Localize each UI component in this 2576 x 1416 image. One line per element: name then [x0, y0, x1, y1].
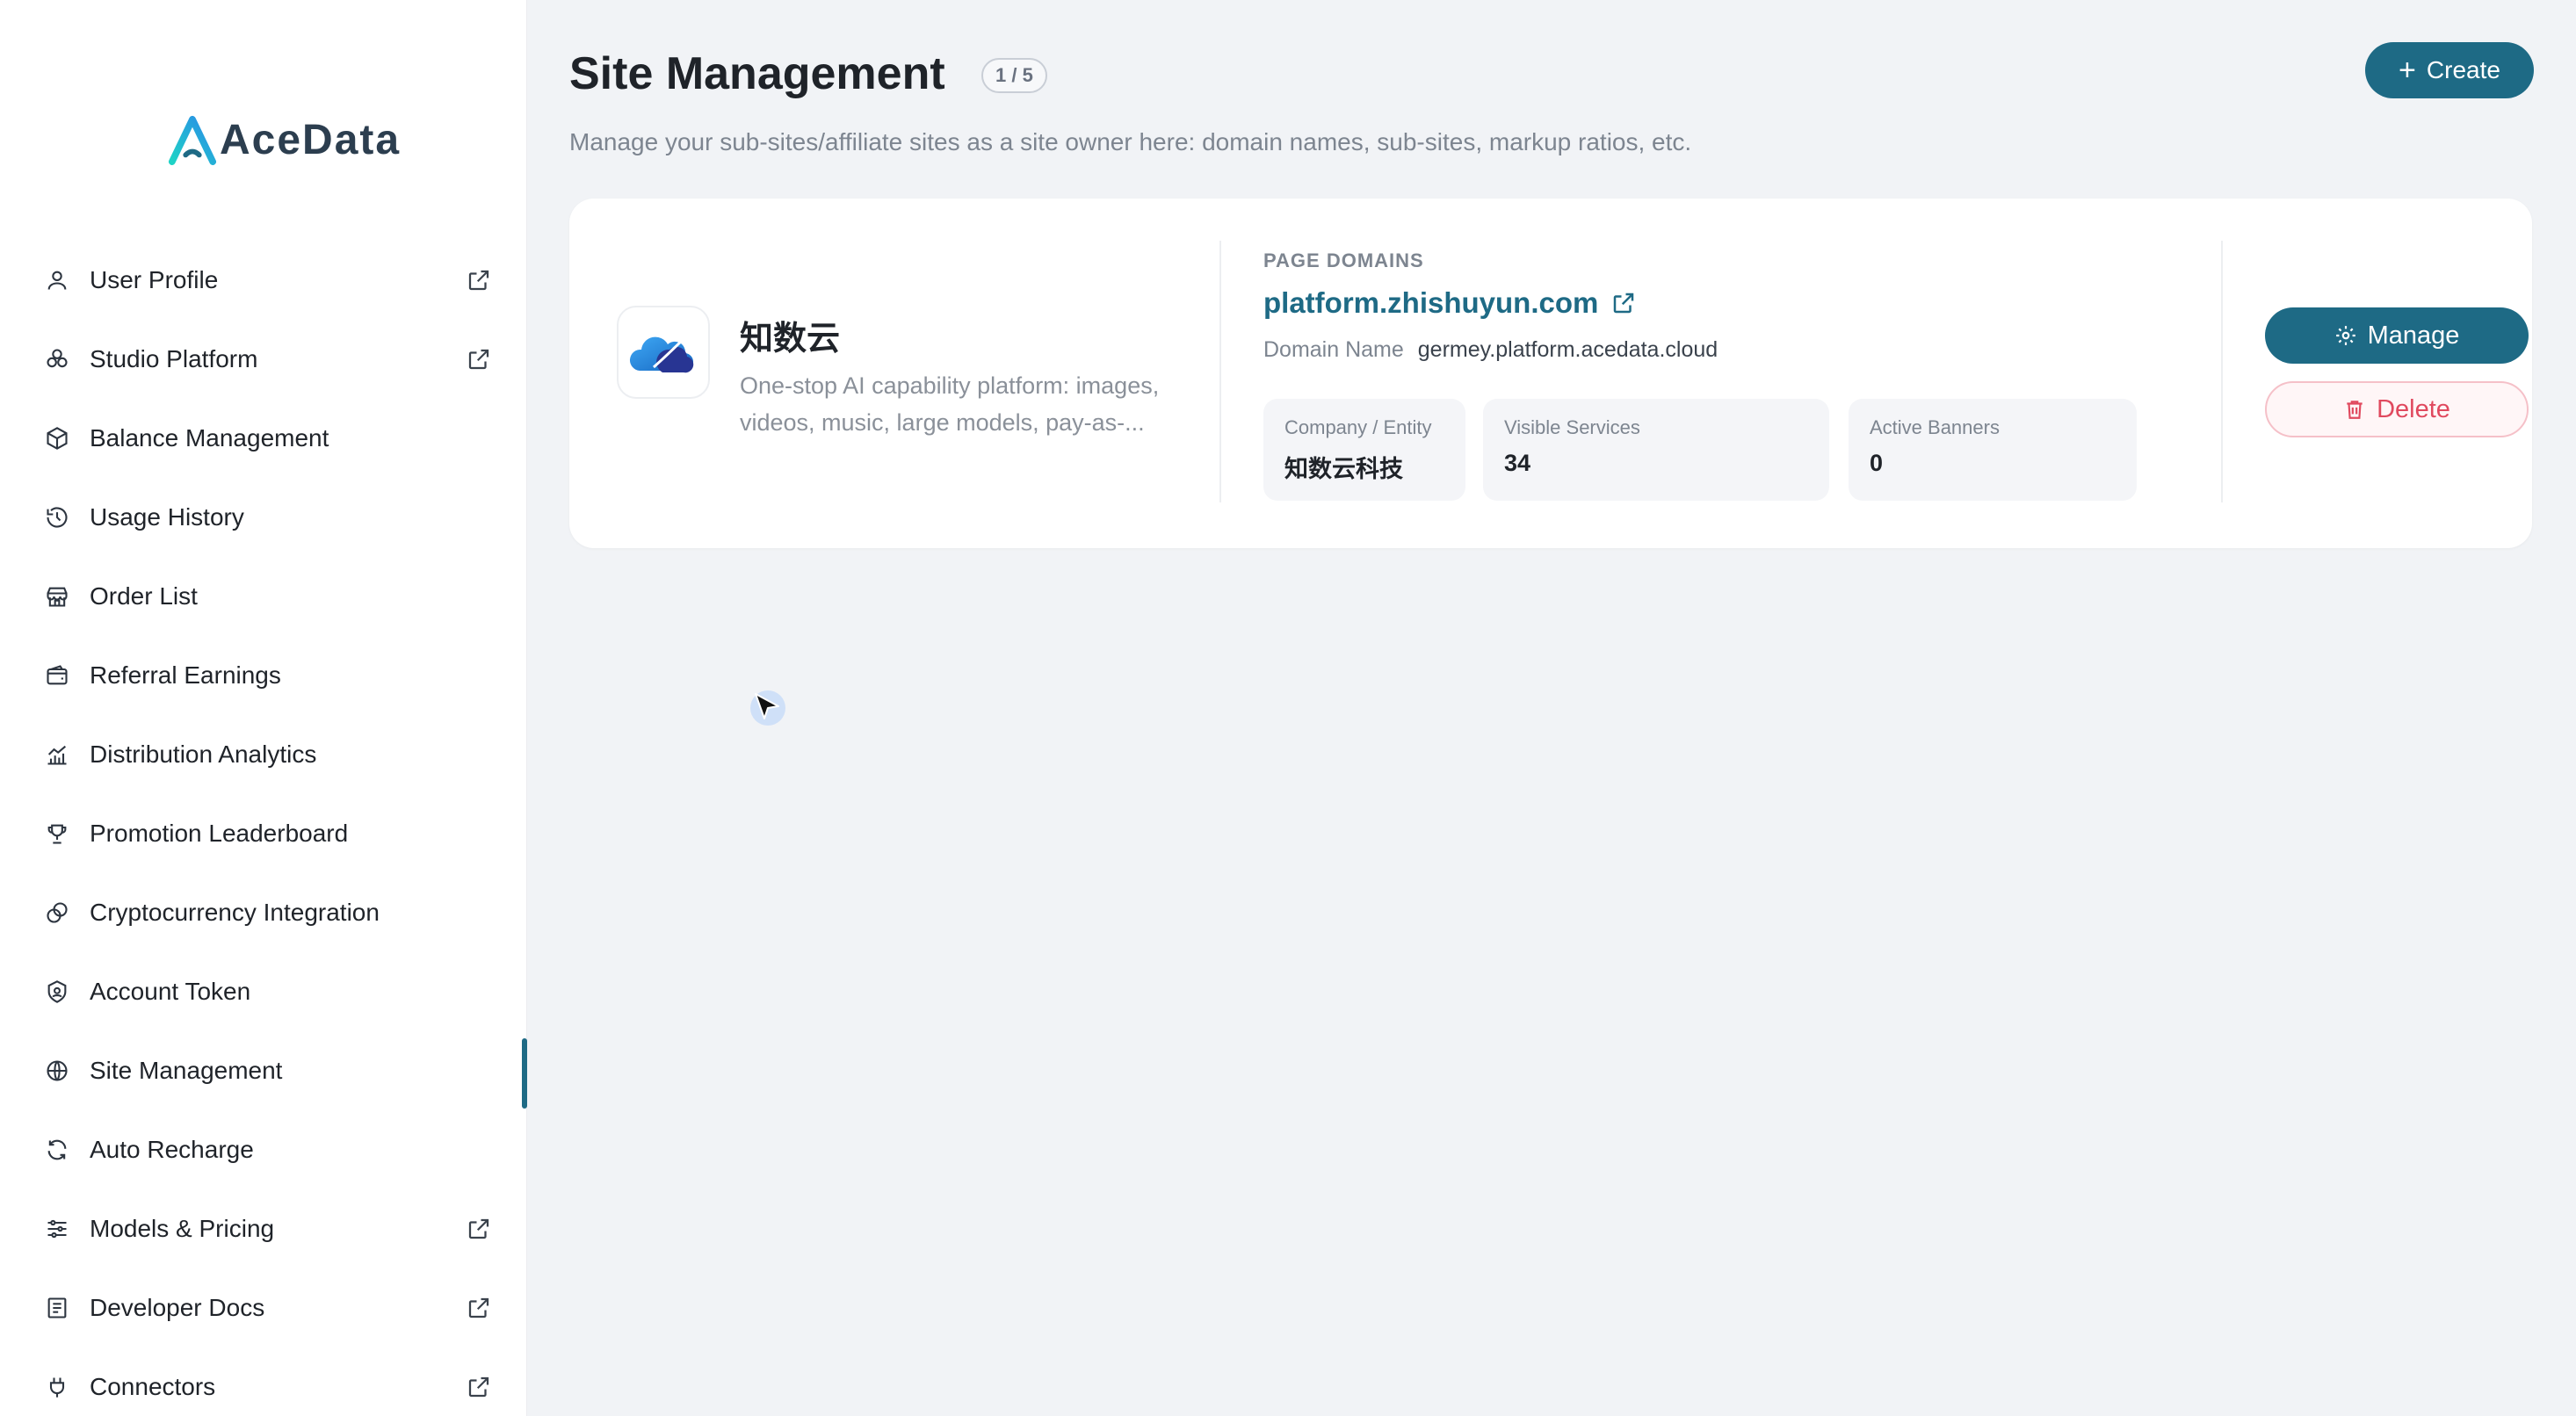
sidebar-item-account-token[interactable]: Account Token — [0, 952, 527, 1031]
stat-visible-services: Visible Services 34 — [1483, 399, 1829, 501]
cloud-logo-icon — [629, 329, 694, 373]
stat-label: Visible Services — [1504, 416, 1640, 438]
delete-button-label: Delete — [2377, 394, 2450, 423]
sidebar-item-models-pricing[interactable]: Models & Pricing — [0, 1189, 527, 1268]
plus-icon: + — [2399, 54, 2416, 87]
domain-name-value: germey.platform.acedata.cloud — [1417, 337, 1719, 362]
user-icon — [44, 267, 70, 293]
sliders-icon — [44, 1216, 70, 1242]
chart-icon — [44, 741, 70, 768]
site-count-badge: 1 / 5 — [981, 58, 1047, 93]
sidebar-item-label: Promotion Leaderboard — [90, 820, 349, 847]
card-divider — [1219, 241, 1221, 502]
stat-label: Active Banners — [1870, 416, 2000, 438]
domain-link-text: platform.zhishuyun.com — [1263, 286, 1599, 319]
sidebar-item-studio-platform[interactable]: Studio Platform — [0, 320, 527, 399]
page-subtitle: Manage your sub-sites/affiliate sites as… — [569, 128, 1692, 155]
sidebar-item-label: Usage History — [90, 503, 244, 531]
box-icon — [44, 425, 70, 452]
external-link-icon[interactable] — [466, 1374, 492, 1400]
mouse-cursor-icon — [750, 690, 785, 726]
sidebar-item-referral-earnings[interactable]: Referral Earnings — [0, 636, 527, 715]
sidebar-item-user-profile[interactable]: User Profile — [0, 241, 527, 320]
sidebar-item-label: User Profile — [90, 266, 219, 293]
sidebar-nav: User Profile Studio Platform Balance Man… — [0, 241, 527, 1416]
main-content: Site Management 1 / 5 Manage your sub-si… — [527, 0, 2576, 1416]
sidebar-item-label: Referral Earnings — [90, 661, 281, 689]
external-link-icon[interactable] — [466, 1216, 492, 1242]
stat-value: 34 — [1504, 450, 1531, 476]
sidebar-item-site-management[interactable]: Site Management — [0, 1031, 527, 1110]
sidebar-item-cryptocurrency-integration[interactable]: Cryptocurrency Integration — [0, 873, 527, 952]
external-link-icon[interactable] — [466, 346, 492, 372]
gear-icon — [2335, 326, 2355, 345]
studio-icon — [44, 346, 70, 372]
page-title: Site Management — [569, 48, 945, 99]
sidebar-item-order-list[interactable]: Order List — [0, 557, 527, 636]
page-domains-label: PAGE DOMAINS — [1263, 249, 1424, 271]
manage-button[interactable]: Manage — [2265, 307, 2529, 364]
store-icon — [44, 583, 70, 610]
docs-icon — [44, 1295, 70, 1321]
sidebar-item-label: Developer Docs — [90, 1294, 265, 1321]
site-logo — [617, 306, 710, 399]
site-card: 知数云 One-stop AI capability platform: ima… — [569, 199, 2532, 548]
domain-name-row: Domain Name germey.platform.acedata.clou… — [1263, 337, 1718, 363]
domain-name-key: Domain Name — [1263, 337, 1404, 362]
trash-icon — [2347, 401, 2363, 419]
external-link-icon — [1614, 293, 1634, 314]
brand-logo[interactable]: AceData — [167, 104, 401, 165]
domain-link[interactable]: platform.zhishuyun.com — [1263, 286, 1637, 320]
sidebar-item-balance-management[interactable]: Balance Management — [0, 399, 527, 478]
stat-active-banners: Active Banners 0 — [1849, 399, 2137, 501]
history-icon — [44, 504, 70, 531]
stat-company-entity: Company / Entity 知数云科技 — [1263, 399, 1465, 501]
trophy-icon — [44, 820, 70, 847]
site-description: One-stop AI capability platform: images,… — [740, 372, 1160, 436]
sidebar-item-label: Distribution Analytics — [90, 741, 317, 768]
plug-icon — [44, 1374, 70, 1400]
sidebar-item-label: Studio Platform — [90, 345, 258, 372]
stat-value: 知数云科技 — [1284, 456, 1403, 482]
acedata-logo-icon — [168, 115, 217, 165]
card-divider — [2221, 241, 2223, 502]
sidebar-item-auto-recharge[interactable]: Auto Recharge — [0, 1110, 527, 1189]
globe-icon — [44, 1058, 70, 1084]
shield-icon — [44, 979, 70, 1005]
sidebar-item-usage-history[interactable]: Usage History — [0, 478, 527, 557]
sidebar-item-label: Cryptocurrency Integration — [90, 899, 380, 926]
sidebar-item-promotion-leaderboard[interactable]: Promotion Leaderboard — [0, 794, 527, 873]
sidebar-item-distribution-analytics[interactable]: Distribution Analytics — [0, 715, 527, 794]
create-button-label: Create — [2426, 56, 2500, 83]
sidebar-item-label: Account Token — [90, 978, 251, 1005]
refresh-icon — [44, 1137, 70, 1163]
site-name: 知数云 — [740, 321, 841, 358]
delete-button[interactable]: Delete — [2265, 381, 2529, 437]
stat-value: 0 — [1870, 450, 1884, 476]
brand-name: AceData — [220, 117, 402, 163]
sidebar-item-label: Site Management — [90, 1057, 283, 1084]
wallet-icon — [44, 662, 70, 689]
sidebar-item-label: Balance Management — [90, 424, 329, 452]
manage-button-label: Manage — [2367, 321, 2460, 350]
sidebar-item-connectors[interactable]: Connectors — [0, 1347, 527, 1416]
external-link-icon[interactable] — [466, 1295, 492, 1321]
sidebar-item-label: Auto Recharge — [90, 1136, 254, 1163]
external-link-icon[interactable] — [466, 267, 492, 293]
stat-label: Company / Entity — [1284, 416, 1432, 438]
crypto-icon — [44, 899, 70, 926]
sidebar-item-developer-docs[interactable]: Developer Docs — [0, 1268, 527, 1347]
sidebar-item-label: Connectors — [90, 1373, 216, 1400]
create-button[interactable]: + Create — [2365, 42, 2534, 98]
sidebar-item-label: Order List — [90, 582, 198, 610]
sidebar: AceData User Profile Studio Platform Bal… — [0, 0, 527, 1416]
sidebar-item-label: Models & Pricing — [90, 1215, 275, 1242]
